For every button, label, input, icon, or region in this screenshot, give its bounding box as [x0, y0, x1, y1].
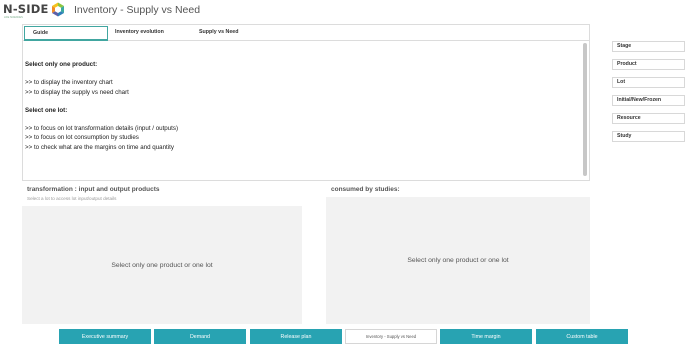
- filter-product[interactable]: Product: [612, 59, 685, 70]
- guide-item: >> to display the supply vs need chart: [25, 88, 129, 96]
- tab-bar: Guide Inventory evolution Supply vs Need: [23, 25, 589, 41]
- empty-state-message: Select only one product or one lot: [407, 257, 509, 264]
- nav-time-margin-button[interactable]: Time margin: [440, 329, 532, 344]
- nside-logo: N-SIDE LIFE SCIENCES: [3, 2, 65, 19]
- guide-text: Select only one product: >> to display t…: [25, 60, 178, 152]
- nav-demand-button[interactable]: Demand: [154, 329, 246, 344]
- empty-state-message: Select only one product or one lot: [111, 261, 213, 269]
- hexagon-logo-icon: [51, 2, 64, 17]
- guide-heading-lot: Select one lot:: [25, 106, 68, 114]
- tab-inventory-evolution[interactable]: Inventory evolution: [107, 26, 191, 41]
- logo-tagline: LIFE SCIENCES: [4, 16, 23, 19]
- guide-item: >> to focus on lot consumption by studie…: [25, 134, 139, 142]
- page-title: Inventory - Supply vs Need: [74, 4, 201, 16]
- panel-scrollbar[interactable]: [582, 42, 588, 179]
- nav-executive-summary-button[interactable]: Executive summary: [59, 329, 151, 344]
- filter-resource[interactable]: Resource: [612, 113, 685, 124]
- filter-stage[interactable]: Stage: [612, 41, 685, 52]
- consumed-chart-area: Select only one product or one lot: [326, 197, 590, 324]
- app-header: N-SIDE LIFE SCIENCES Inventory - Supply …: [0, 0, 688, 22]
- nav-inventory-supply-vs-need-button[interactable]: Inventory - Supply vs Need: [345, 329, 437, 344]
- bottom-navigation: Executive summary Demand Release plan In…: [0, 329, 688, 345]
- nav-custom-table-button[interactable]: Custom table: [536, 329, 628, 344]
- guide-heading-product: Select only one product:: [25, 61, 98, 68]
- consumed-title: consumed by studies:: [331, 186, 400, 193]
- filter-initial-new-frozen[interactable]: Initial/New/Frozen: [612, 95, 685, 106]
- transformation-subtitle: Select a lot to access lot input/output …: [27, 196, 117, 201]
- filter-study[interactable]: Study: [612, 131, 685, 142]
- main-tab-panel: Guide Inventory evolution Supply vs Need…: [22, 24, 590, 181]
- transformation-title: transformation : input and output produc…: [27, 186, 160, 193]
- tab-supply-vs-need[interactable]: Supply vs Need: [191, 26, 275, 41]
- guide-item: >> to focus on lot transformation detail…: [25, 125, 179, 133]
- guide-item: >> to check what are the margins on time…: [25, 143, 174, 151]
- filter-lot[interactable]: Lot: [612, 77, 685, 88]
- scrollbar-thumb[interactable]: [583, 43, 587, 176]
- logo-text: N-SIDE: [3, 2, 49, 16]
- tab-guide[interactable]: Guide: [24, 26, 108, 41]
- guide-item: >> to display the inventory chart: [25, 79, 113, 87]
- transformation-chart-area: Select only one product or one lot: [22, 206, 302, 324]
- nav-release-plan-button[interactable]: Release plan: [250, 329, 342, 344]
